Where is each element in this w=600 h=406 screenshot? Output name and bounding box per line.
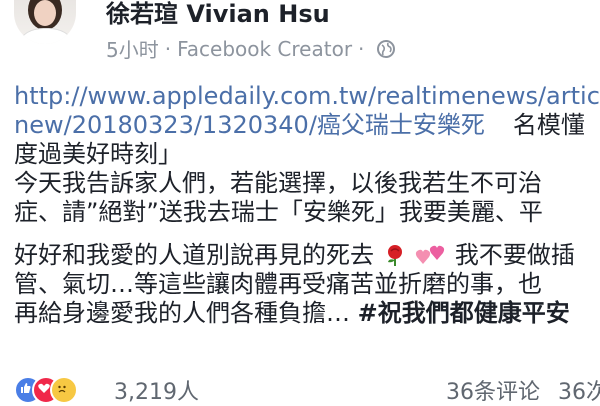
author-name[interactable]: 徐若瑄 Vivian Hsu [106, 0, 330, 29]
post-text: 好好和我愛的人道別說再見的死去 [14, 241, 374, 269]
two-hearts-emoji-icon [416, 245, 445, 264]
post-time[interactable]: 5小时 [106, 34, 159, 63]
reaction-count[interactable]: 3,219人 [114, 374, 199, 406]
rose-emoji-icon [387, 245, 402, 266]
post-meta: 5小时 · Facebook Creator · [106, 34, 396, 63]
globe-icon[interactable] [376, 39, 396, 59]
reaction-icons[interactable] [14, 376, 94, 404]
comment-count[interactable]: 36条评论 [446, 374, 540, 406]
share-count[interactable]: 36次 [558, 374, 600, 406]
author-role: Facebook Creator [177, 36, 353, 61]
post-line: http://www.appledaily.com.tw/realtimenew… [14, 82, 600, 111]
post-text: 度過美好時刻」 [14, 140, 182, 168]
post-link-cont[interactable]: new/20180323/1320340/癌父瑞士安樂死 [14, 111, 485, 139]
post-text: 再給身邊愛我的人們各種負擔… [14, 299, 358, 327]
post-text: 今天我告訴家人們，若能選擇，以後我若生不可治 [14, 169, 542, 197]
hashtag-link[interactable]: #祝我們都健康平安 [358, 299, 570, 327]
post-text: 我不要做插 [454, 241, 575, 269]
post-body: http://www.appledaily.com.tw/realtimenew… [14, 82, 600, 328]
avatar-body [20, 28, 72, 44]
post-text: 名模懂 [512, 111, 585, 139]
post-line: 再給身邊愛我的人們各種負擔… #祝我們都健康平安 [14, 299, 600, 328]
post-link[interactable]: http://www.appledaily.com.tw/realtimenew… [14, 82, 600, 110]
author-avatar[interactable] [14, 0, 76, 44]
post-line: 好好和我愛的人道別說再見的死去 我不要做插 [14, 241, 600, 270]
meta-separator: · [358, 36, 365, 61]
post-text: 管、氣切…等這些讓肉體再受痛苦並折磨的事，也 [14, 270, 542, 298]
post-text: 症、請”絕對”送我去瑞士「安樂死」我要美麗、平 [14, 198, 543, 226]
avatar-face [34, 0, 56, 26]
post-line: new/20180323/1320340/癌父瑞士安樂死 名模懂 [14, 111, 600, 140]
meta-separator: · [164, 36, 172, 61]
